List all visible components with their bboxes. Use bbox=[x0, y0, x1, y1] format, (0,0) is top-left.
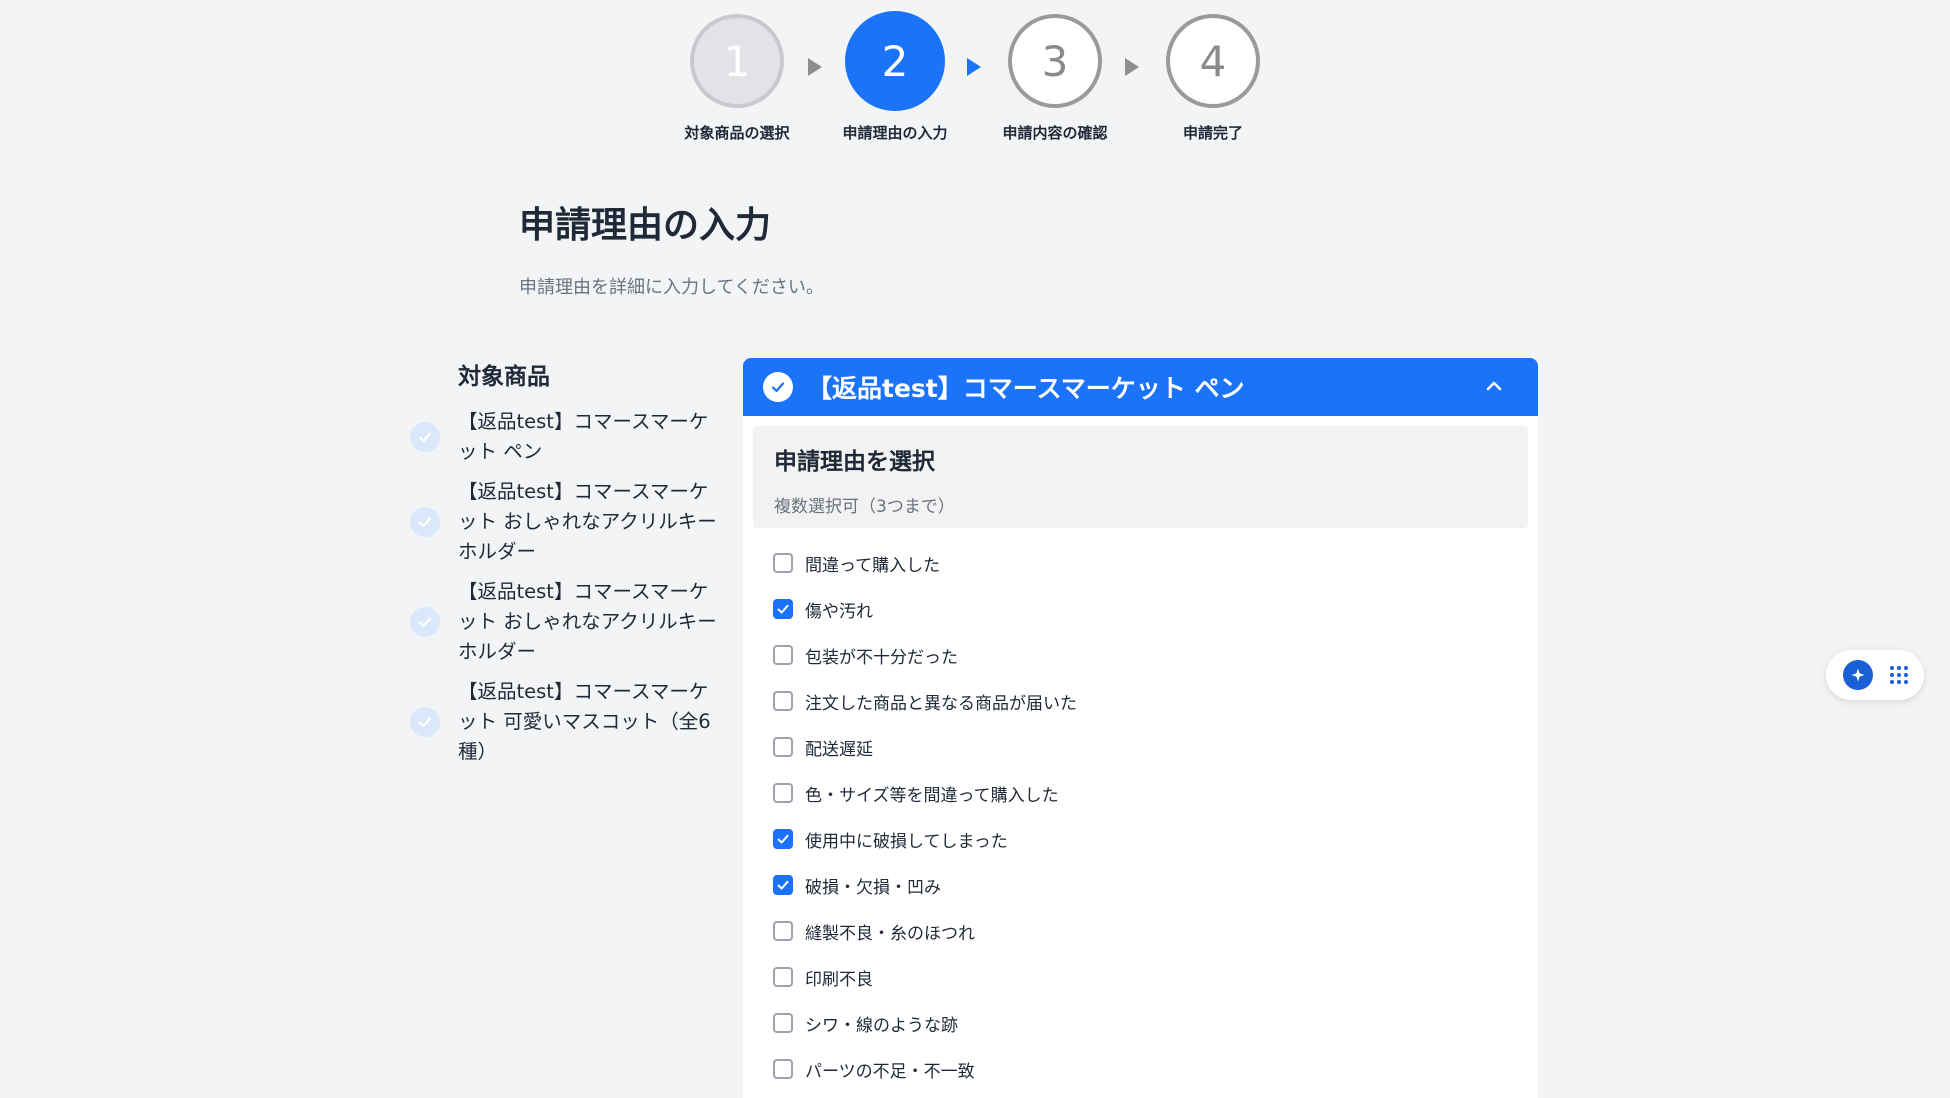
step-3-label: 申請内容の確認 bbox=[1002, 124, 1108, 142]
reason-option-label: 注文した商品と異なる商品が届いた bbox=[805, 693, 1077, 714]
step-4: 4 申請完了 bbox=[1133, 14, 1293, 143]
reason-option[interactable]: 使用中に破損してしまった bbox=[773, 816, 1538, 862]
chevron-up-icon[interactable] bbox=[1486, 378, 1502, 394]
check-icon bbox=[410, 422, 440, 452]
step-3: 3 申請内容の確認 bbox=[975, 14, 1135, 143]
reason-option-label: 印刷不良 bbox=[805, 969, 873, 990]
reason-option-label: 間違って購入した bbox=[805, 555, 941, 576]
reason-options: 間違って購入した 傷や汚れ包装が不十分だった注文した商品と異なる商品が届いた 配送遅… bbox=[743, 528, 1538, 1092]
reason-option-label: シワ・線のような跡 bbox=[805, 1015, 958, 1036]
reason-checkbox[interactable] bbox=[773, 553, 793, 573]
reason-option[interactable]: シワ・線のような跡 bbox=[773, 1000, 1538, 1046]
reason-option-label: 使用中に破損してしまった bbox=[805, 831, 1008, 852]
reason-option-label: 包装が不十分だった bbox=[805, 647, 958, 668]
page-title: 申請理由の入力 bbox=[519, 205, 772, 246]
reason-checkbox[interactable] bbox=[773, 1059, 793, 1079]
reason-checkbox[interactable] bbox=[773, 737, 793, 757]
sidebar-item[interactable]: 【返品test】コマースマーケット ペン bbox=[410, 407, 730, 467]
step-4-label: 申請完了 bbox=[1182, 124, 1243, 142]
grid-icon[interactable] bbox=[1889, 666, 1908, 684]
reason-option[interactable]: 破損・欠損・凹み bbox=[773, 862, 1538, 908]
reason-option[interactable]: 間違って購入した bbox=[773, 540, 1538, 586]
check-icon bbox=[763, 372, 793, 402]
reason-checkbox[interactable] bbox=[773, 599, 793, 619]
reason-title: 申請理由を選択 bbox=[774, 449, 935, 475]
check-icon bbox=[410, 607, 440, 637]
reason-checkbox[interactable] bbox=[773, 645, 793, 665]
reason-option[interactable]: 配送遅延 bbox=[773, 724, 1538, 770]
reason-checkbox[interactable] bbox=[773, 829, 793, 849]
reason-checkbox[interactable] bbox=[773, 967, 793, 987]
reason-option[interactable]: 色・サイズ等を間違って購入した bbox=[773, 770, 1538, 816]
sidebar-item-label: 【返品test】コマースマーケット おしゃれなアクリルキーホルダー bbox=[458, 580, 717, 663]
reason-header: 申請理由を選択 複数選択可（3つまで） bbox=[753, 426, 1528, 528]
reason-option-label: 縫製不良・糸のほつれ bbox=[805, 923, 975, 944]
reason-checkbox[interactable] bbox=[773, 783, 793, 803]
reason-option-label: 破損・欠損・凹み bbox=[805, 877, 941, 898]
reason-option-label: パーツの不足・不一致 bbox=[805, 1061, 975, 1082]
step-3-number: 3 bbox=[1041, 36, 1069, 86]
floating-widget bbox=[1826, 650, 1924, 700]
reason-option[interactable]: パーツの不足・不一致 bbox=[773, 1046, 1538, 1092]
reason-option[interactable]: 注文した商品と異なる商品が届いた bbox=[773, 678, 1538, 724]
reason-option-label: 配送遅延 bbox=[805, 739, 873, 760]
step-1-label: 対象商品の選択 bbox=[684, 124, 790, 142]
sidebar-item[interactable]: 【返品test】コマースマーケット 可愛いマスコット（全6種） bbox=[410, 677, 730, 767]
reason-option[interactable]: 傷や汚れ bbox=[773, 586, 1538, 632]
step-3-circle: 3 bbox=[1008, 14, 1102, 108]
page-description: 申請理由を詳細に入力してください。 bbox=[519, 277, 824, 298]
check-icon bbox=[410, 507, 440, 537]
product-accordion-header[interactable]: 【返品test】コマースマーケット ペン bbox=[743, 358, 1538, 416]
step-2: 2 申請理由の入力 bbox=[815, 11, 975, 143]
sparkle-icon[interactable] bbox=[1842, 660, 1873, 690]
step-2-label: 申請理由の入力 bbox=[842, 124, 948, 142]
step-4-circle: 4 bbox=[1166, 14, 1260, 108]
product-title: 【返品test】コマースマーケット ペン bbox=[807, 374, 1245, 403]
sidebar-item[interactable]: 【返品test】コマースマーケット おしゃれなアクリルキーホルダー bbox=[410, 477, 730, 567]
target-products-sidebar: 対象商品 【返品test】コマースマーケット ペン 【返品test】コマースマー… bbox=[410, 357, 730, 777]
step-2-number: 2 bbox=[881, 36, 909, 86]
check-icon bbox=[777, 604, 789, 614]
check-icon bbox=[410, 707, 440, 737]
sidebar-item[interactable]: 【返品test】コマースマーケット おしゃれなアクリルキーホルダー bbox=[410, 577, 730, 667]
reason-option-label: 傷や汚れ bbox=[805, 601, 873, 622]
sidebar-title: 対象商品 bbox=[458, 364, 550, 390]
reason-checkbox[interactable] bbox=[773, 875, 793, 895]
sidebar-item-label: 【返品test】コマースマーケット おしゃれなアクリルキーホルダー bbox=[458, 480, 717, 563]
check-icon bbox=[777, 834, 789, 844]
sidebar-item-label: 【返品test】コマースマーケット 可愛いマスコット（全6種） bbox=[458, 680, 711, 763]
check-icon bbox=[777, 880, 789, 890]
step-4-number: 4 bbox=[1199, 36, 1227, 86]
progress-stepper: 1 対象商品の選択 2 申請理由の入力 3 申請内容の確認 4 申請完了 bbox=[0, 11, 1950, 154]
step-1-number: 1 bbox=[723, 36, 751, 86]
reason-subtitle: 複数選択可（3つまで） bbox=[774, 497, 955, 517]
reason-option[interactable]: 縫製不良・糸のほつれ bbox=[773, 908, 1538, 954]
step-2-circle: 2 bbox=[845, 11, 945, 111]
reason-option[interactable]: 包装が不十分だった bbox=[773, 632, 1538, 678]
reason-option[interactable]: 印刷不良 bbox=[773, 954, 1538, 1000]
reason-checkbox[interactable] bbox=[773, 1013, 793, 1033]
reason-panel: 【返品test】コマースマーケット ペン 申請理由を選択 複数選択可（3つまで）… bbox=[743, 358, 1538, 1098]
step-1: 1 対象商品の選択 bbox=[657, 14, 817, 143]
reason-checkbox[interactable] bbox=[773, 921, 793, 941]
reason-checkbox[interactable] bbox=[773, 691, 793, 711]
sidebar-item-label: 【返品test】コマースマーケット ペン bbox=[458, 410, 709, 463]
step-1-circle: 1 bbox=[690, 14, 784, 108]
reason-option-label: 色・サイズ等を間違って購入した bbox=[805, 785, 1059, 806]
